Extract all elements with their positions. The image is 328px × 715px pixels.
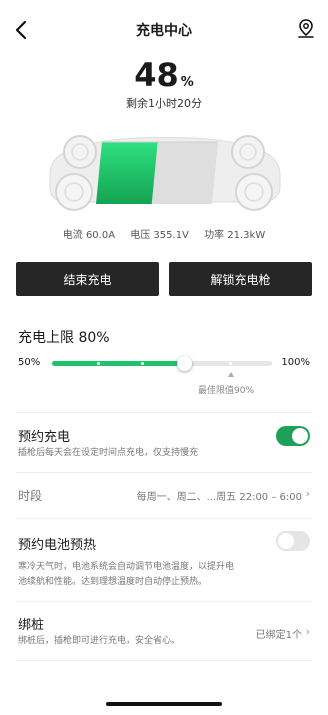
pile-binding-title: 绑桩 <box>18 618 45 633</box>
period-value[interactable]: 每周一、周二、...周五 22:00 – 6:00 <box>137 488 302 503</box>
stop-charging-button[interactable]: 结束充电 <box>16 262 159 296</box>
voltage-stat: 电压 355.1V <box>130 230 189 241</box>
car-illustration <box>40 118 288 218</box>
map-pin-icon <box>298 19 314 38</box>
wheel-rear-right <box>235 173 273 211</box>
wheel-front-right <box>231 135 265 169</box>
scheduled-charge-toggle[interactable] <box>276 426 310 446</box>
current-stat: 电流 60.0A <box>62 230 116 241</box>
header: 充电中心 <box>0 0 328 60</box>
battery-preheat-subtitle-line2: 池续航和性能。达到理想温度时自动停止预热。 <box>18 577 208 587</box>
charging-stats: 电流 60.0A 电压 355.1V 功率 21.3kW <box>0 226 328 241</box>
unlock-charger-button[interactable]: 解锁充电枪 <box>169 262 312 296</box>
home-indicator <box>106 702 222 706</box>
battery-percent-value: 48 <box>134 56 179 94</box>
scheduled-charge-subtitle: 插枪后每天会在设定时间点充电，仅支持慢充 <box>18 448 199 458</box>
slider-tick <box>229 362 232 365</box>
battery-fill <box>96 142 158 204</box>
period-label: 时段 <box>18 489 43 503</box>
divider <box>16 660 312 661</box>
battery-preheat-title: 预约电池预热 <box>18 538 97 553</box>
battery-percent: 48% <box>0 56 328 94</box>
chevron-right-icon: › <box>305 625 310 638</box>
remaining-time: 剩余1小时20分 <box>126 97 202 110</box>
chevron-right-icon: › <box>305 487 310 500</box>
scheduled-charge-title: 预约充电 <box>18 430 71 445</box>
map-button[interactable] <box>296 18 316 40</box>
divider <box>16 412 312 413</box>
slider-fill <box>52 361 184 366</box>
charge-limit-slider[interactable] <box>52 356 272 371</box>
divider <box>16 518 312 519</box>
car-battery-graphic <box>49 135 281 211</box>
wheel-rear-left <box>55 173 93 211</box>
divider <box>16 472 312 473</box>
divider <box>16 601 312 602</box>
power-stat: 功率 21.3kW <box>204 230 266 241</box>
pile-binding-status[interactable]: 已绑定1个 <box>256 626 302 641</box>
wheel-front-left <box>63 135 97 169</box>
pile-binding-subtitle: 绑桩后，插枪即可进行充电，安全省心。 <box>18 636 181 646</box>
slider-tick <box>141 362 144 365</box>
charge-limit-title: 充电上限 80% <box>18 330 110 346</box>
toggle-knob <box>292 428 308 444</box>
toggle-knob <box>278 533 294 549</box>
best-limit-marker-icon <box>228 372 234 377</box>
page-title: 充电中心 <box>136 23 192 39</box>
best-limit-label: 最佳限值90% <box>198 386 255 396</box>
battery-percent-unit: % <box>180 75 194 90</box>
slider-max-label: 100% <box>281 357 310 368</box>
battery-preheat-toggle[interactable] <box>276 531 310 551</box>
slider-knob[interactable] <box>177 356 192 371</box>
slider-tick <box>97 362 100 365</box>
slider-min-label: 50% <box>18 357 41 368</box>
battery-preheat-subtitle-line1: 寒冷天气时，电池系统会自动调节电池温度，以提升电 <box>18 562 235 572</box>
